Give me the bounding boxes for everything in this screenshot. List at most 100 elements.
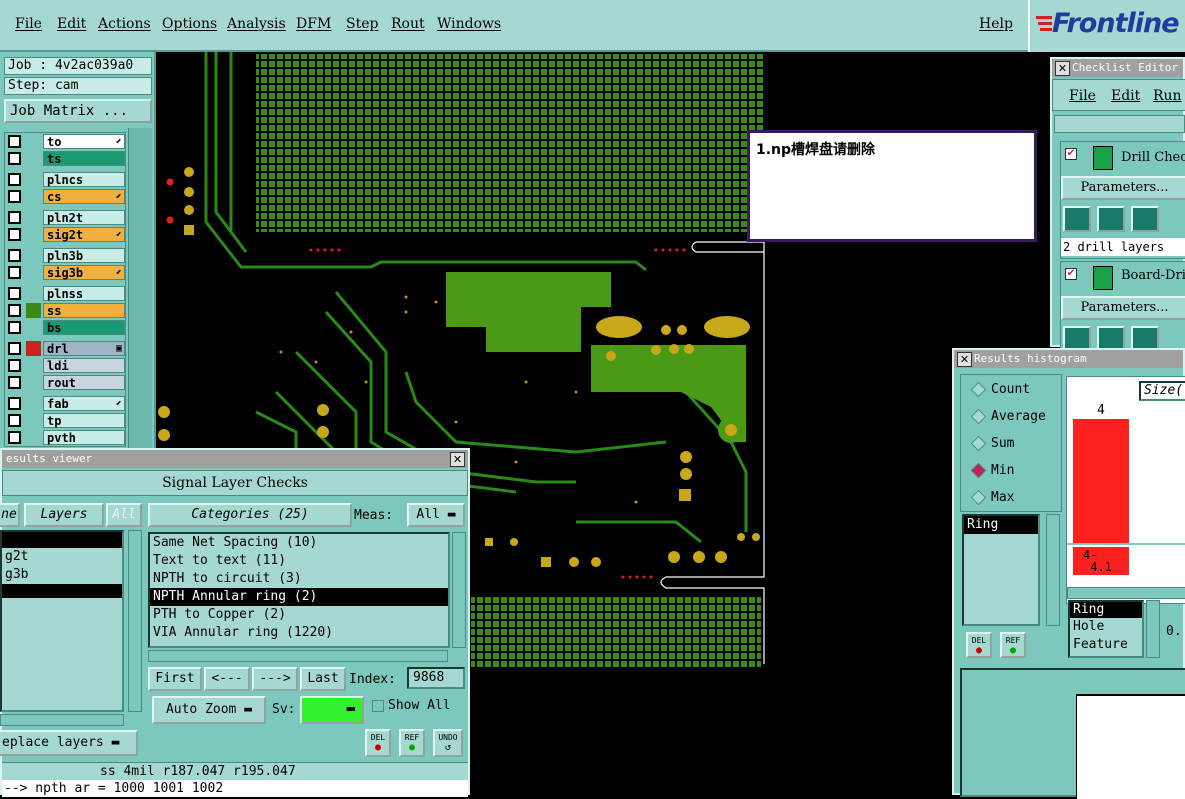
- layer-color-swatch[interactable]: [26, 413, 41, 428]
- layers-hscroll[interactable]: [0, 714, 124, 726]
- layer-color-swatch[interactable]: [26, 134, 41, 149]
- layer-name[interactable]: pln2t: [43, 210, 125, 225]
- layer-color-swatch[interactable]: [26, 189, 41, 204]
- menu-rout[interactable]: Rout: [391, 16, 425, 32]
- category-item[interactable]: Text to text (11): [150, 552, 448, 570]
- list-item[interactable]: Ring: [1070, 602, 1142, 618]
- last-button[interactable]: Last: [300, 667, 346, 691]
- list-item[interactable]: g3b: [2, 566, 122, 584]
- layer-checkbox[interactable]: [8, 211, 21, 224]
- layer-color-swatch[interactable]: [26, 151, 41, 166]
- radio-min[interactable]: Min: [969, 460, 1064, 482]
- histogram-hscroll[interactable]: [1067, 587, 1185, 599]
- histogram-bar[interactable]: [1073, 419, 1129, 543]
- layer-checkbox[interactable]: [8, 359, 21, 372]
- size-field[interactable]: Size(: [1139, 381, 1185, 401]
- layer-checkbox[interactable]: [8, 342, 21, 355]
- layer-name[interactable]: cs ⬋: [43, 189, 125, 204]
- layer-name[interactable]: fab ⬋: [43, 396, 125, 411]
- categories-list[interactable]: Same Net Spacing (10) Text to text (11) NP…: [148, 532, 450, 648]
- cl-menu-edit[interactable]: Edit: [1111, 88, 1140, 104]
- layer-color-swatch[interactable]: [26, 248, 41, 263]
- category-item[interactable]: VIA Annular ring (1220): [150, 624, 448, 642]
- category-item[interactable]: PTH to Copper (2): [150, 606, 448, 624]
- histogram-list[interactable]: Ring: [962, 514, 1040, 626]
- next-button[interactable]: --->: [252, 667, 298, 691]
- del-button[interactable]: DEL ●: [966, 632, 992, 658]
- radio-count[interactable]: Count: [969, 379, 1064, 401]
- layer-color-swatch[interactable]: [26, 358, 41, 373]
- layer-row-pln2t[interactable]: pln2t: [5, 209, 125, 226]
- check-enabled-icon[interactable]: ✔: [1065, 148, 1077, 160]
- first-button[interactable]: First: [148, 667, 202, 691]
- layer-row-pln3b[interactable]: pln3b: [5, 247, 125, 264]
- layers-list[interactable]: g2t g3b: [0, 530, 124, 712]
- layer-color-swatch[interactable]: [26, 210, 41, 225]
- layer-name[interactable]: ts: [43, 151, 125, 166]
- del-button[interactable]: DEL ●: [365, 729, 391, 757]
- layer-row-to[interactable]: to ⬋: [5, 133, 125, 150]
- histogram-list-vscroll[interactable]: [1046, 514, 1060, 626]
- categories-vscroll[interactable]: [452, 532, 466, 648]
- layer-color-swatch[interactable]: [26, 303, 41, 318]
- layer-color-swatch[interactable]: [26, 286, 41, 301]
- radio-average[interactable]: Average: [969, 406, 1064, 428]
- menu-help[interactable]: Help: [979, 16, 1013, 32]
- ref-button[interactable]: REF ●: [1000, 632, 1026, 658]
- layer-row-fab[interactable]: fab ⬋: [5, 395, 125, 412]
- layers-vscroll[interactable]: [128, 530, 142, 712]
- layer-row-plncs[interactable]: plncs: [5, 171, 125, 188]
- menu-step[interactable]: Step: [346, 16, 378, 32]
- close-icon[interactable]: ✕: [450, 452, 465, 467]
- layer-checkbox[interactable]: [8, 304, 21, 317]
- job-matrix-button[interactable]: Job Matrix ...: [4, 99, 152, 123]
- layer-checkbox[interactable]: [8, 287, 21, 300]
- run-icon[interactable]: [1063, 206, 1091, 232]
- layer-row-ss[interactable]: ss: [5, 302, 125, 319]
- layer-row-drl[interactable]: drl ▣: [5, 340, 125, 357]
- layer-checkbox[interactable]: [8, 414, 21, 427]
- auto-zoom-dropdown[interactable]: Auto Zoom ▬: [152, 696, 266, 724]
- layer-row-bs[interactable]: bs: [5, 319, 125, 336]
- layer-name[interactable]: bs: [43, 320, 125, 335]
- close-icon[interactable]: ✕: [957, 352, 972, 367]
- radio-sum[interactable]: Sum: [969, 433, 1064, 455]
- run-icon[interactable]: [1131, 326, 1159, 350]
- layer-row-rout[interactable]: rout: [5, 374, 125, 391]
- list-item[interactable]: [2, 584, 122, 598]
- layer-row-tp[interactable]: tp: [5, 412, 125, 429]
- cl-menu-file[interactable]: File: [1069, 88, 1096, 104]
- layer-name[interactable]: pvth: [43, 430, 125, 445]
- categories-tab[interactable]: Categories (25): [148, 503, 352, 527]
- meas-dropdown[interactable]: All ▬: [407, 503, 465, 527]
- tab-layers[interactable]: Layers: [24, 503, 104, 527]
- layer-checkbox[interactable]: [8, 376, 21, 389]
- type-list[interactable]: Ring Hole Feature: [1068, 600, 1144, 658]
- layer-name[interactable]: plncs: [43, 172, 125, 187]
- layer-checkbox[interactable]: [8, 321, 21, 334]
- type-list-vscroll[interactable]: [1146, 600, 1160, 658]
- show-all-checkbox[interactable]: [372, 700, 384, 712]
- layer-row-cs[interactable]: cs ⬋: [5, 188, 125, 205]
- layer-row-sig3b[interactable]: sig3b ⬋: [5, 264, 125, 281]
- layer-name[interactable]: sig2t ⬋: [43, 227, 125, 242]
- menu-dfm[interactable]: DFM: [296, 16, 331, 32]
- list-item[interactable]: Ring: [964, 516, 1038, 534]
- sv-color-button[interactable]: ▬: [300, 696, 364, 724]
- histogram-bar[interactable]: 4- 4.1: [1073, 547, 1129, 575]
- replace-layers-dropdown[interactable]: eplace layers ▬: [0, 730, 138, 756]
- layer-row-sig2t[interactable]: sig2t ⬋: [5, 226, 125, 243]
- index-input[interactable]: 9868: [407, 667, 465, 689]
- list-item[interactable]: Feature: [1070, 636, 1142, 654]
- layer-color-swatch[interactable]: [26, 265, 41, 280]
- layer-checkbox[interactable]: [8, 135, 21, 148]
- categories-hscroll[interactable]: [148, 650, 448, 662]
- layer-color-swatch[interactable]: [26, 375, 41, 390]
- ref-button[interactable]: REF ●: [399, 729, 425, 757]
- check-item-1[interactable]: ✔ Drill Chec Parameters... 2 drill layer…: [1060, 141, 1185, 259]
- layer-checkbox[interactable]: [8, 249, 21, 262]
- layer-row-ldi[interactable]: ldi: [5, 357, 125, 374]
- run-icon[interactable]: [1131, 206, 1159, 232]
- layer-color-swatch[interactable]: [26, 172, 41, 187]
- layer-name[interactable]: ss: [43, 303, 125, 318]
